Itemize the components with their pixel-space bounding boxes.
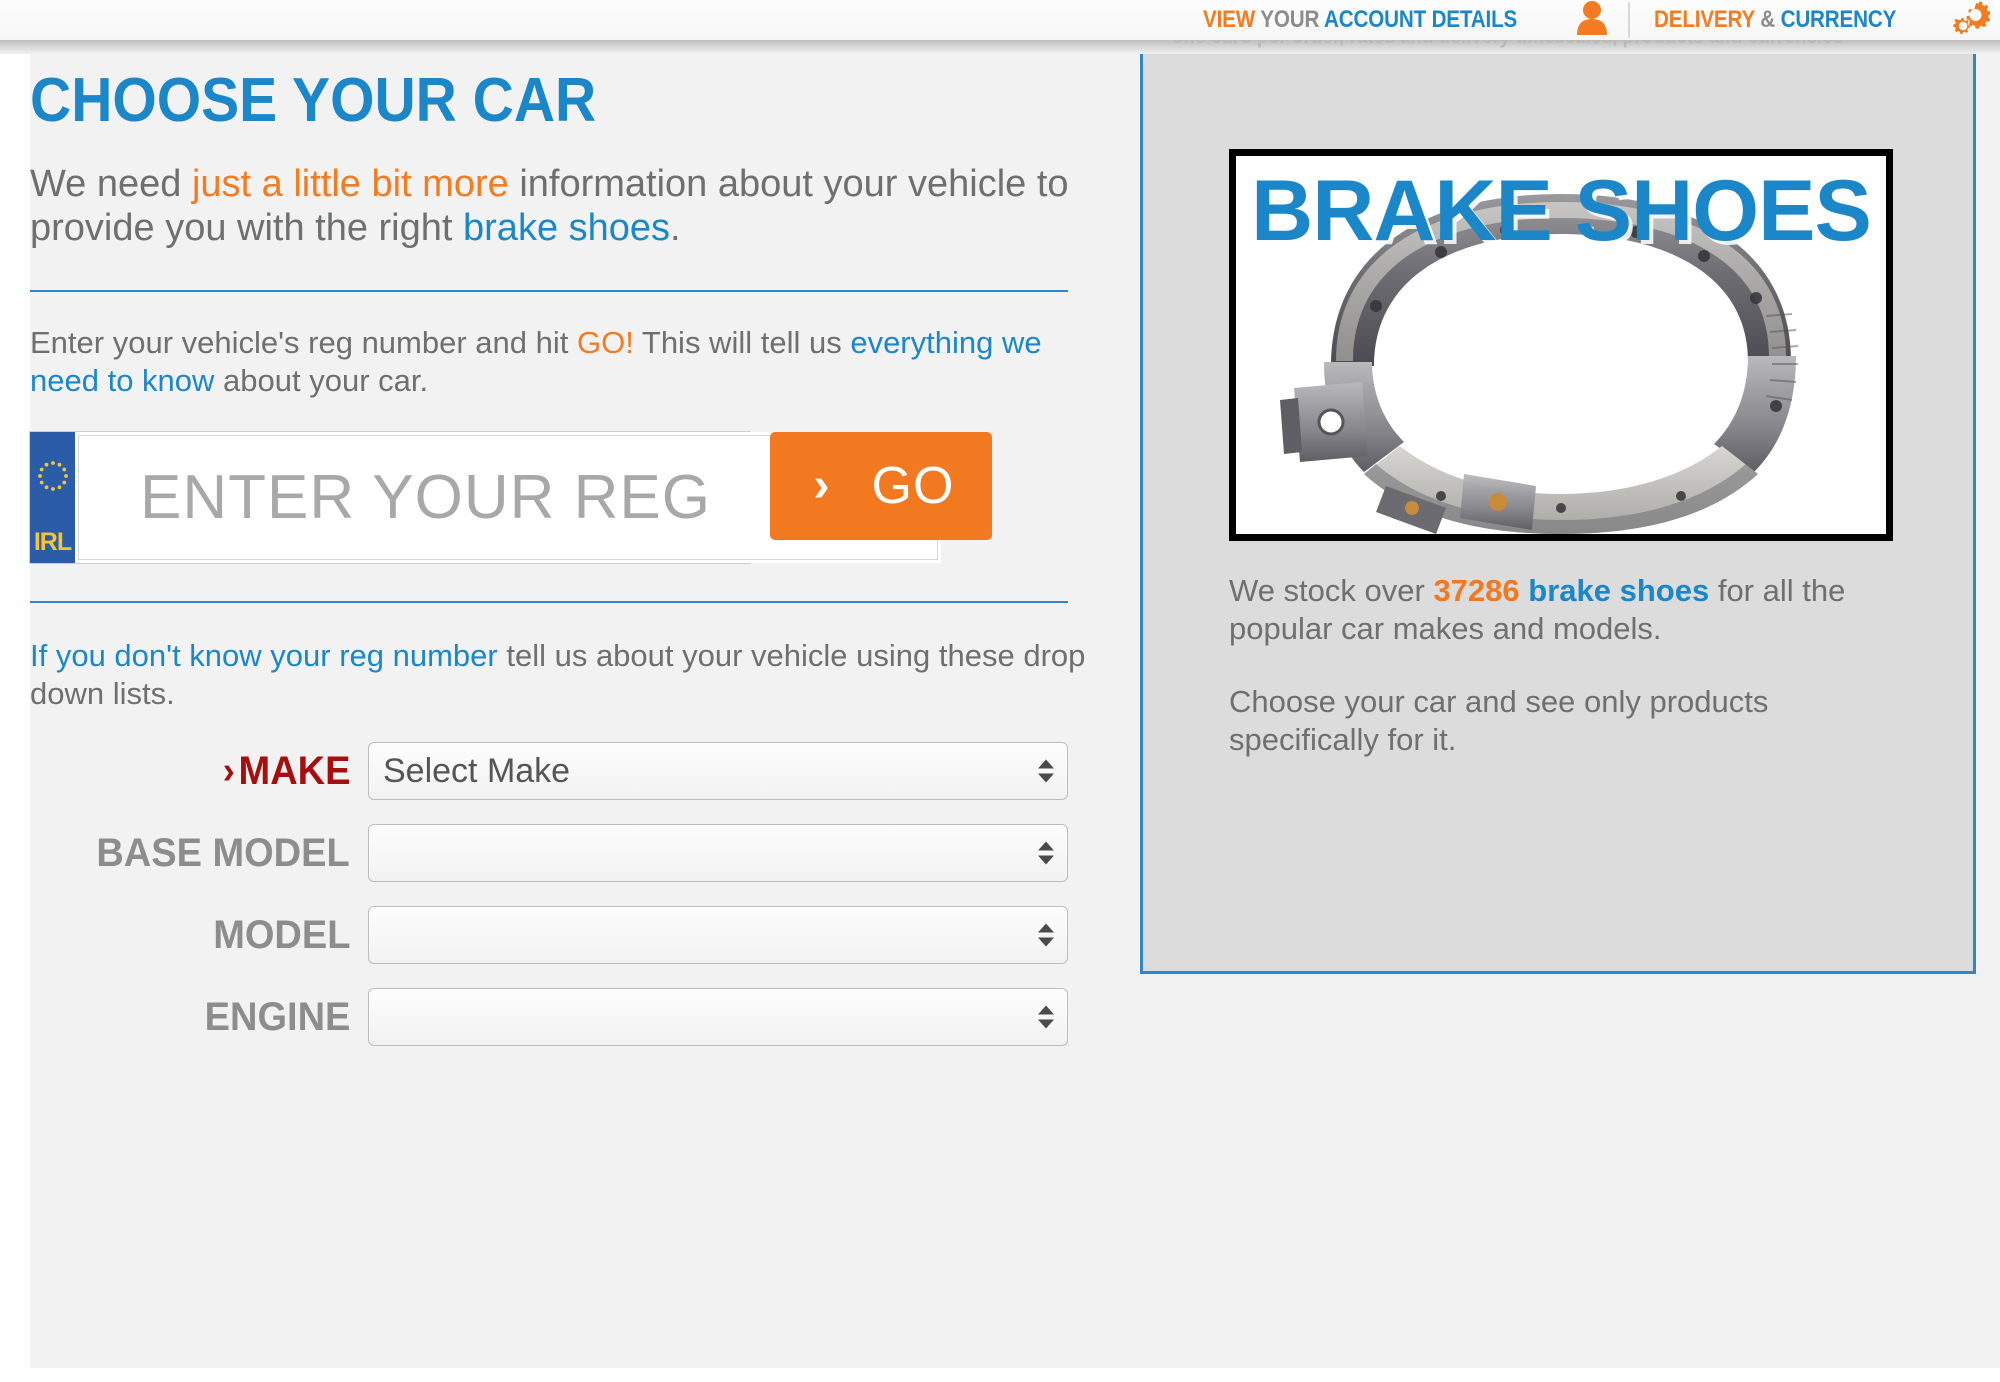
left-white-margin <box>0 54 30 1382</box>
divider-bottom <box>30 600 1068 603</box>
base-model-select[interactable] <box>368 824 1068 883</box>
person-icon[interactable] <box>1574 0 1610 40</box>
eu-badge: IRL <box>30 431 75 563</box>
delivery-currency-link[interactable]: DELIVERY & CURRENCY <box>1654 6 1896 34</box>
vehicle-selectors: › MAKE Select Make BASE MODEL MODEL ENGI… <box>30 742 1095 1047</box>
bottom-white-strip <box>0 1368 2000 1382</box>
country-code-label: IRL <box>33 527 72 556</box>
product-banner-text: BRAKE SHOES <box>1251 163 1872 259</box>
lede-part3: . <box>670 207 681 250</box>
account-view-label: VIEW <box>1203 6 1256 33</box>
reg-instructions: Enter your vehicle's reg number and hit … <box>30 324 1095 400</box>
make-select-value: Select Make <box>383 751 571 790</box>
make-label: › MAKE <box>222 749 350 794</box>
ampersand-label: & <box>1760 6 1776 33</box>
make-select[interactable]: Select Make <box>368 742 1068 801</box>
engine-select[interactable] <box>368 988 1068 1047</box>
account-your-label: YOUR <box>1260 6 1320 33</box>
account-details-label: ACCOUNT DETAILS <box>1324 6 1518 33</box>
page-root: one euro per order, rates and delivery t… <box>0 0 2000 1382</box>
chevron-right-icon: › <box>813 458 830 512</box>
lede-highlight: just a little bit more <box>191 163 509 205</box>
product-info-panel: BRAKE SHOES We stock over 37286 brake sh… <box>1140 54 1976 974</box>
select-row-model: MODEL <box>30 906 1068 965</box>
currency-label: CURRENCY <box>1780 6 1897 33</box>
base-model-label: BASE MODEL <box>96 830 350 875</box>
stock-part1: We stock over <box>1229 573 1434 608</box>
select-row-make: › MAKE Select Make <box>30 742 1068 801</box>
divider-top <box>30 290 1068 293</box>
cutoff-text-strip: one euro per order, rates and delivery t… <box>0 38 2000 54</box>
top-utility-bar: VIEW YOUR ACCOUNT DETAILS DELIVERY & CUR… <box>0 0 2000 40</box>
lede-product-link[interactable]: brake shoes <box>463 207 670 249</box>
model-label: MODEL <box>212 912 350 957</box>
gear-icon[interactable] <box>1950 0 1991 41</box>
eu-stars-icon <box>37 460 69 497</box>
stock-product: brake shoes <box>1528 573 1710 608</box>
choose-car-form: CHOOSE YOUR CAR We need just a little bi… <box>30 70 1095 1070</box>
engine-label: ENGINE <box>204 994 350 1039</box>
select-row-base-model: BASE MODEL <box>30 824 1068 883</box>
stock-count: 37286 <box>1433 573 1520 608</box>
reg-entry-row: IRL › GO <box>30 431 1095 563</box>
topbar-divider <box>1628 2 1631 38</box>
dropdown-lead-link[interactable]: If you don't know your reg number <box>30 638 498 673</box>
reg-part1: Enter your vehicle's reg number and hit <box>30 325 577 361</box>
reg-plate[interactable]: IRL <box>30 431 941 563</box>
make-label-text: MAKE <box>238 748 350 793</box>
reg-go-word: GO! <box>576 325 634 361</box>
account-details-link[interactable]: VIEW YOUR ACCOUNT DETAILS <box>1203 6 1517 34</box>
choose-paragraph: Choose your car and see only products sp… <box>1229 684 1769 757</box>
reg-part3: about your car. <box>214 362 429 398</box>
delivery-label: DELIVERY <box>1654 6 1756 33</box>
model-select[interactable] <box>368 906 1068 965</box>
lede-part1: We need <box>30 163 192 205</box>
page-title: CHOOSE YOUR CAR <box>30 66 597 135</box>
select-row-engine: ENGINE <box>30 988 1068 1047</box>
product-image: BRAKE SHOES <box>1229 149 1893 541</box>
reg-part2: This will tell us <box>633 325 851 361</box>
lede-paragraph: We need just a little bit more informati… <box>30 162 1095 250</box>
stock-paragraph: We stock over 37286 brake shoes for all … <box>1229 572 1909 648</box>
go-button[interactable]: › GO <box>770 431 992 540</box>
chevron-right-icon-make: › <box>222 749 235 792</box>
dropdown-instructions: If you don't know your reg number tell u… <box>30 637 1095 713</box>
go-button-label: GO <box>871 456 955 515</box>
